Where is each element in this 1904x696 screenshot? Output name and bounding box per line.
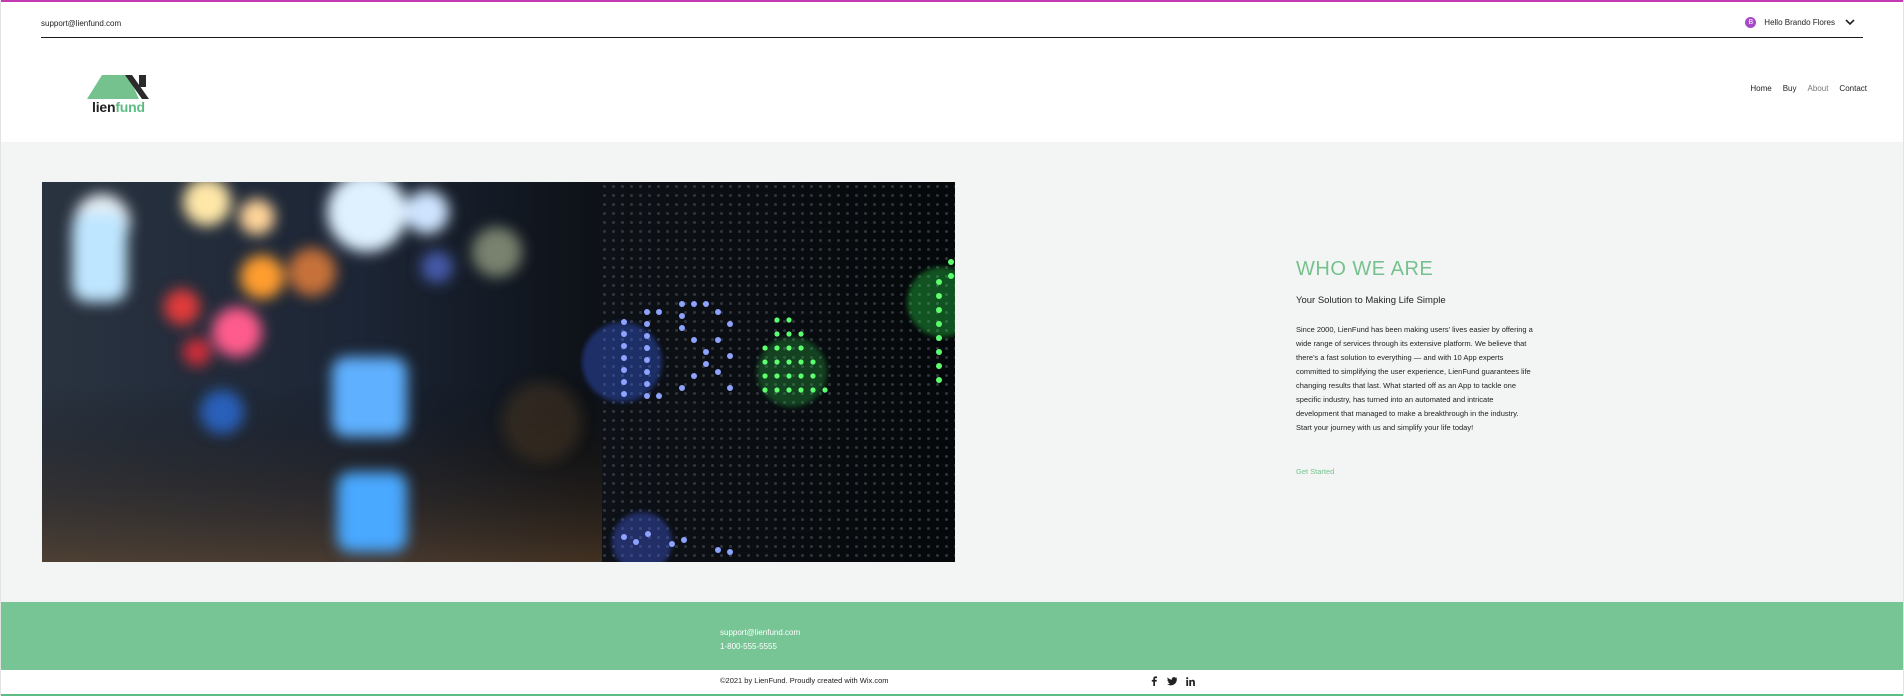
logo-text: lienfund bbox=[92, 99, 145, 115]
facebook-icon[interactable] bbox=[1149, 676, 1159, 686]
top-bar: support@lienfund.com B Hello Brando Flor… bbox=[41, 2, 1863, 38]
nav-buy[interactable]: Buy bbox=[1783, 84, 1797, 93]
copyright: ©2021 by LienFund. Proudly created with … bbox=[720, 676, 889, 685]
user-greeting[interactable]: Hello Brando Flores bbox=[1764, 18, 1835, 27]
footer-email[interactable]: support@lienfund.com bbox=[720, 628, 800, 637]
nav-contact[interactable]: Contact bbox=[1839, 84, 1867, 93]
user-menu[interactable]: B Hello Brando Flores bbox=[1745, 17, 1857, 28]
about-section: WHO WE ARE Your Solution to Making Life … bbox=[1, 142, 1903, 602]
footer: support@lienfund.com 1-800-555-5555 bbox=[1, 602, 1903, 670]
footer-phone: 1-800-555-5555 bbox=[720, 642, 777, 651]
nav-about[interactable]: About bbox=[1808, 84, 1829, 93]
twitter-icon[interactable] bbox=[1167, 676, 1177, 686]
about-copy: WHO WE ARE Your Solution to Making Life … bbox=[1296, 258, 1536, 479]
social-links bbox=[1149, 676, 1195, 686]
get-started-link[interactable]: Get Started bbox=[1296, 467, 1334, 476]
wix-link[interactable]: Wix.com bbox=[860, 676, 889, 685]
section-body: Since 2000, LienFund has been making use… bbox=[1296, 325, 1533, 432]
logo[interactable]: lienfund bbox=[85, 70, 149, 116]
hero-image bbox=[42, 182, 955, 562]
bottom-bar: ©2021 by LienFund. Proudly created with … bbox=[1, 670, 1903, 696]
section-heading: WHO WE ARE bbox=[1296, 258, 1434, 280]
section-subtitle: Your Solution to Making Life Simple bbox=[1296, 295, 1446, 306]
main-nav: Home Buy About Contact bbox=[1750, 84, 1867, 93]
linkedin-icon[interactable] bbox=[1185, 676, 1195, 686]
avatar[interactable]: B bbox=[1745, 17, 1757, 28]
chevron-down-icon[interactable] bbox=[1843, 18, 1857, 28]
site-header: lienfund Home Buy About Contact bbox=[1, 38, 1903, 142]
support-email[interactable]: support@lienfund.com bbox=[41, 19, 121, 28]
house-roof-icon bbox=[87, 75, 149, 99]
nav-home[interactable]: Home bbox=[1750, 84, 1771, 93]
